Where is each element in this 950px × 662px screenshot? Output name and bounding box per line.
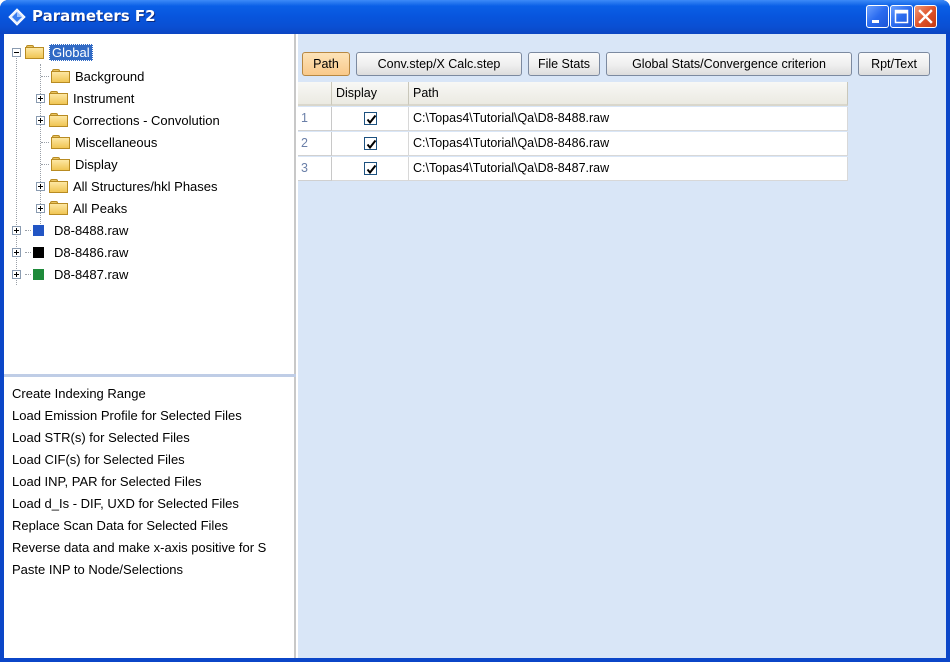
path-button[interactable]: Path — [302, 52, 350, 76]
tree-item-label: D8-8488.raw — [54, 222, 129, 238]
menu-item[interactable]: Reverse data and make x-axis positive fo… — [12, 538, 266, 558]
row-number[interactable]: 3 — [298, 157, 332, 181]
maximize-button[interactable] — [890, 5, 913, 28]
folder-icon — [51, 135, 70, 149]
tree-item-label: Display — [75, 156, 118, 172]
expand-icon[interactable] — [36, 203, 45, 213]
path-cell[interactable]: C:\Topas4\Tutorial\Qa\D8-8487.raw — [409, 157, 848, 181]
color-swatch — [33, 246, 44, 258]
context-menu: Create Indexing Range Load Emission Prof… — [4, 380, 296, 658]
tree-item-label: Global — [49, 43, 93, 61]
tree-item-file-2[interactable]: D8-8486.raw — [12, 242, 128, 262]
menu-item[interactable]: Load Emission Profile for Selected Files — [12, 406, 242, 426]
tree-item-label: All Peaks — [73, 200, 128, 216]
menu-item[interactable]: Load d_Is - DIF, UXD for Selected Files — [12, 494, 239, 514]
folder-icon — [49, 91, 68, 105]
checkmark-icon — [366, 139, 377, 150]
expand-icon[interactable] — [36, 93, 45, 103]
tree-item-file-3[interactable]: D8-8487.raw — [12, 264, 128, 284]
checkmark-icon — [366, 114, 377, 125]
checkmark-icon — [366, 164, 377, 175]
global-stats-button[interactable]: Global Stats/Convergence criterion — [606, 52, 852, 76]
display-checkbox[interactable] — [364, 137, 377, 150]
tree-item-label: Miscellaneous — [75, 134, 158, 150]
menu-item[interactable]: Load INP, PAR for Selected Files — [12, 472, 202, 492]
parameter-tree[interactable]: Global Background Instrument Corrections… — [4, 34, 296, 377]
color-swatch — [33, 224, 44, 236]
menu-item[interactable]: Create Indexing Range — [12, 384, 146, 404]
folder-icon — [25, 45, 44, 59]
minimize-icon — [872, 20, 879, 23]
row-number[interactable]: 1 — [298, 107, 332, 131]
tree-item-all-peaks[interactable]: All Peaks — [36, 198, 127, 218]
tree-item-file-1[interactable]: D8-8488.raw — [12, 220, 128, 240]
expand-icon[interactable] — [36, 181, 45, 191]
expand-icon[interactable] — [12, 269, 21, 279]
menu-item[interactable]: Load CIF(s) for Selected Files — [12, 450, 185, 470]
expand-icon[interactable] — [12, 225, 21, 235]
rpt-text-button[interactable]: Rpt/Text — [858, 52, 930, 76]
folder-icon — [49, 179, 68, 193]
collapse-icon[interactable] — [12, 47, 21, 57]
right-panel: Path Conv.step/X Calc.step File Stats Gl… — [298, 34, 946, 658]
folder-icon — [51, 69, 70, 83]
tree-item-label: All Structures/hkl Phases — [73, 178, 218, 194]
display-checkbox[interactable] — [364, 162, 377, 175]
parameters-window: Parameters F2 Global Background Instrume… — [0, 0, 950, 662]
column-header-display[interactable]: Display — [332, 82, 409, 106]
row-number[interactable]: 2 — [298, 132, 332, 156]
close-button[interactable] — [914, 5, 937, 28]
tree-item-label: Background — [75, 68, 145, 84]
display-checkbox-cell[interactable] — [332, 107, 409, 131]
folder-icon — [51, 157, 70, 171]
display-checkbox-cell[interactable] — [332, 132, 409, 156]
tree-item-label: D8-8487.raw — [54, 266, 129, 282]
tree-item-label: Corrections - Convolution — [73, 112, 220, 128]
tree-item-miscellaneous[interactable]: Miscellaneous — [41, 132, 157, 152]
tree-item-label: Instrument — [73, 90, 135, 106]
tree-item-all-structures[interactable]: All Structures/hkl Phases — [36, 176, 218, 196]
menu-item[interactable]: Replace Scan Data for Selected Files — [12, 516, 228, 536]
tree-item-label: D8-8486.raw — [54, 244, 129, 260]
title-bar[interactable]: Parameters F2 — [0, 0, 950, 34]
file-stats-button[interactable]: File Stats — [528, 52, 600, 76]
display-checkbox-cell[interactable] — [332, 157, 409, 181]
client-area: Global Background Instrument Corrections… — [4, 34, 946, 658]
tree-item-background[interactable]: Background — [41, 66, 144, 86]
expand-icon[interactable] — [36, 115, 45, 125]
path-cell[interactable]: C:\Topas4\Tutorial\Qa\D8-8488.raw — [409, 107, 848, 131]
maximize-icon — [894, 9, 909, 24]
close-icon — [918, 9, 933, 24]
tree-item-corrections[interactable]: Corrections - Convolution — [36, 110, 220, 130]
menu-item[interactable]: Load STR(s) for Selected Files — [12, 428, 190, 448]
minimize-button[interactable] — [866, 5, 889, 28]
folder-icon — [49, 201, 68, 215]
column-header-path[interactable]: Path — [409, 82, 848, 106]
expand-icon[interactable] — [12, 247, 21, 257]
tree-item-instrument[interactable]: Instrument — [36, 88, 134, 108]
tree-item-display[interactable]: Display — [41, 154, 118, 174]
menu-item[interactable]: Paste INP to Node/Selections — [12, 560, 183, 580]
diamond-app-icon — [8, 8, 26, 26]
window-title: Parameters F2 — [32, 7, 156, 25]
tree-item-global[interactable]: Global — [12, 42, 93, 62]
left-panel: Global Background Instrument Corrections… — [4, 34, 296, 658]
path-cell[interactable]: C:\Topas4\Tutorial\Qa\D8-8486.raw — [409, 132, 848, 156]
color-swatch — [33, 268, 44, 280]
folder-icon — [49, 113, 68, 127]
display-checkbox[interactable] — [364, 112, 377, 125]
conv-step-button[interactable]: Conv.step/X Calc.step — [356, 52, 522, 76]
corner-header — [298, 82, 332, 106]
